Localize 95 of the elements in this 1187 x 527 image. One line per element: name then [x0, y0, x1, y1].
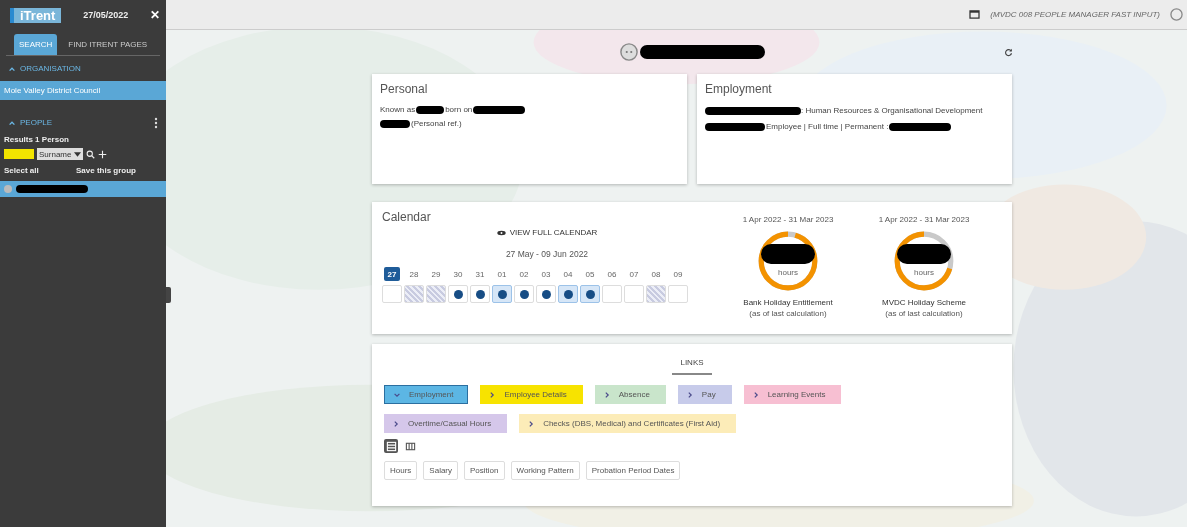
- links-tab[interactable]: LINKS: [672, 352, 712, 375]
- day-cell[interactable]: [602, 285, 622, 303]
- close-button[interactable]: ✕: [150, 8, 160, 22]
- link-chip[interactable]: Pay: [677, 385, 732, 404]
- day-label[interactable]: 03: [538, 267, 554, 281]
- balance-name: MVDC Holiday Scheme: [882, 298, 966, 307]
- balance-name: Bank Holiday Entitlement: [743, 298, 833, 307]
- section-header[interactable]: PEOPLE: [0, 110, 60, 135]
- select-all-link[interactable]: Select all: [4, 166, 39, 175]
- day-cell[interactable]: [492, 285, 512, 303]
- view-calendar-link[interactable]: VIEW FULL CALENDAR: [496, 228, 598, 237]
- chevron-right-icon: [488, 390, 497, 399]
- logo: iTrent: [10, 7, 62, 23]
- redaction-bar: [473, 105, 526, 114]
- day-cell[interactable]: [624, 285, 644, 303]
- day-cell[interactable]: [668, 285, 688, 303]
- sub-link-button[interactable]: Hours: [384, 461, 418, 480]
- sub-link-button[interactable]: Probation Period Dates: [585, 461, 681, 480]
- day-cell[interactable]: [426, 285, 446, 303]
- sub-link-button[interactable]: Salary: [423, 461, 459, 480]
- section-header[interactable]: ORGANISATION: [0, 56, 166, 81]
- redaction-bar: [761, 244, 815, 264]
- person-item[interactable]: [0, 181, 166, 197]
- card-title: Calendar: [382, 210, 432, 224]
- panel-handle[interactable]: [166, 287, 171, 303]
- period-label: 1 Apr 2022 - 31 Mar 2023: [742, 215, 834, 224]
- results-label: Results 1 Person: [3, 135, 70, 144]
- more-icon[interactable]: [154, 116, 158, 129]
- day-cell[interactable]: [536, 285, 556, 303]
- day-label[interactable]: 28: [406, 267, 422, 281]
- department-label: : Human Resources & Organisational Development: [801, 105, 984, 117]
- search-field[interactable]: [4, 149, 34, 159]
- eye-icon: [496, 229, 506, 236]
- day-label[interactable]: 02: [516, 267, 532, 281]
- refresh-icon[interactable]: [1004, 48, 1013, 57]
- day-label[interactable]: 08: [648, 267, 664, 281]
- date-range: 27 May - 09 Jun 2022: [505, 249, 589, 259]
- day-cell[interactable]: [382, 285, 402, 303]
- sidebar-tab[interactable]: FIND ITRENT PAGES: [63, 34, 153, 55]
- search-icon[interactable]: [86, 149, 96, 159]
- unit-label: hours: [913, 268, 935, 277]
- known-as-label: Known as: [380, 105, 416, 114]
- link-chip[interactable]: Overtime/Casual Hours: [384, 414, 508, 433]
- link-chip[interactable]: Learning Events: [743, 385, 842, 404]
- born-on-label: born on: [445, 105, 473, 114]
- personal-ref-label: (Personal ref.): [411, 119, 462, 128]
- day-cell[interactable]: [646, 285, 666, 303]
- columns-icon: [404, 440, 416, 452]
- card-title: Personal: [380, 82, 429, 96]
- day-cell[interactable]: [404, 285, 424, 303]
- redaction-bar: [416, 105, 445, 114]
- day-label[interactable]: 04: [560, 267, 576, 281]
- list-view-button[interactable]: [384, 439, 398, 453]
- redaction-bar: [897, 244, 951, 264]
- day-label[interactable]: 29: [428, 267, 444, 281]
- redaction-bar: [380, 119, 410, 128]
- day-cell[interactable]: [470, 285, 490, 303]
- redaction-bar: [889, 122, 952, 131]
- link-chip[interactable]: Checks (DBS, Medical) and Certificates (First Aid): [519, 414, 737, 433]
- day-label[interactable]: 06: [604, 267, 620, 281]
- avatar-icon: [619, 43, 638, 61]
- day-cell[interactable]: [580, 285, 600, 303]
- save-group-link[interactable]: Save this group: [76, 166, 136, 175]
- sub-link-button[interactable]: Position: [464, 461, 505, 480]
- day-cell[interactable]: [514, 285, 534, 303]
- role-label: (MVDC 008 PEOPLE MANAGER FAST INPUT): [990, 10, 1160, 19]
- redaction-bar: [705, 122, 765, 131]
- unit-label: hours: [777, 268, 799, 277]
- link-chip[interactable]: Employee Details: [480, 385, 583, 404]
- dropdown-arrow-icon[interactable]: [74, 151, 82, 157]
- search-by-select[interactable]: Surname: [37, 148, 84, 160]
- day-label[interactable]: 31: [472, 267, 488, 281]
- window-icon[interactable]: [969, 10, 981, 19]
- chevron-right-icon: [392, 419, 400, 428]
- sub-link-button[interactable]: Working Pattern: [510, 461, 580, 480]
- balance-note: (as of last calculation): [749, 309, 827, 318]
- day-label[interactable]: 07: [626, 267, 642, 281]
- balance-note: (as of last calculation): [885, 309, 963, 318]
- day-label[interactable]: 30: [450, 267, 466, 281]
- day-label[interactable]: 05: [582, 267, 598, 281]
- day-label[interactable]: 27: [384, 267, 400, 281]
- period-label: 1 Apr 2022 - 31 Mar 2023: [878, 215, 970, 224]
- day-label[interactable]: 01: [494, 267, 510, 281]
- date-label: 27/05/2022: [82, 10, 130, 20]
- list-icon: [385, 440, 397, 452]
- card-title: Employment: [705, 82, 773, 96]
- contract-label: Employee | Full time | Permanent :: [766, 122, 889, 131]
- day-cell[interactable]: [448, 285, 468, 303]
- link-chip[interactable]: Employment: [384, 385, 469, 404]
- day-label[interactable]: 09: [670, 267, 686, 281]
- chevron-right-icon: [527, 419, 536, 428]
- day-cell[interactable]: [558, 285, 578, 303]
- user-icon[interactable]: [1170, 8, 1183, 21]
- link-chip[interactable]: Absence: [594, 385, 666, 404]
- add-icon[interactable]: [98, 149, 108, 159]
